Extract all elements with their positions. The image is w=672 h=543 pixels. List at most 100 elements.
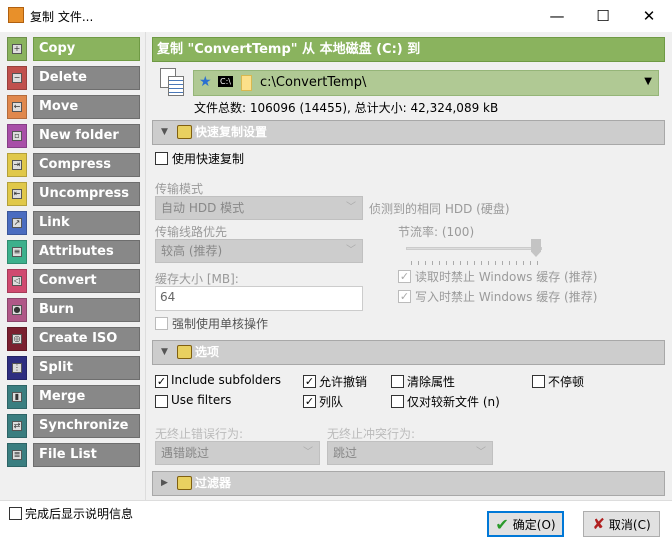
ok-button[interactable]: ✔ 确定(O): [487, 511, 564, 537]
no-pause-checkbox[interactable]: [532, 375, 545, 388]
file-list-icon[interactable]: ≣: [7, 443, 27, 467]
priority-select[interactable]: 较高 (推荐) ﹀: [155, 239, 363, 263]
app-icon: [8, 7, 24, 23]
queue-checkbox[interactable]: ✓: [303, 395, 316, 408]
chevron-down-icon: ﹀: [346, 202, 356, 213]
use-fast-copy-checkbox[interactable]: [155, 152, 168, 165]
sidebar-item-burn[interactable]: Burn: [33, 298, 140, 322]
chevron-down-icon: ﹀: [346, 245, 356, 256]
chevron-down-icon: ﹀: [303, 447, 313, 458]
use-filters-label: Use filters: [171, 393, 232, 407]
queue-label: 列队: [319, 395, 344, 409]
allow-undo-checkbox[interactable]: ✓: [303, 375, 316, 388]
iso-icon[interactable]: ◎: [7, 327, 27, 351]
clear-attributes-checkbox[interactable]: [391, 375, 404, 388]
mode-select[interactable]: 自动 HDD 模式 ﹀: [155, 196, 363, 220]
priority-value: 较高 (推荐): [161, 244, 223, 258]
error-behavior-label: 无终止错误行为:: [155, 427, 244, 441]
sidebar-item-convert[interactable]: Convert: [33, 269, 140, 293]
detected-label: 侦测到的相同 HDD (硬盘): [369, 202, 510, 216]
error-behavior-select[interactable]: 遇错跳过 ﹀: [155, 441, 320, 465]
list-icon[interactable]: ≡: [7, 240, 27, 264]
section-filters[interactable]: ▶ 过滤器: [152, 471, 665, 496]
sidebar-item-delete[interactable]: Delete: [33, 66, 140, 90]
checkmark-icon: ✔: [495, 514, 509, 534]
file-info: 文件总数: 106096 (14455), 总计大小: 42,324,089 k…: [194, 101, 499, 115]
read-cache-checkbox[interactable]: ✓: [398, 270, 411, 283]
sidebar-item-compress[interactable]: Compress: [33, 153, 140, 177]
sidebar-item-create-iso[interactable]: Create ISO: [33, 327, 140, 351]
sidebar-item-synchronize[interactable]: Synchronize: [33, 414, 140, 438]
sidebar-item-merge[interactable]: Merge: [33, 385, 140, 409]
include-subfolders-label: Include subfolders: [171, 373, 282, 387]
maximize-button[interactable]: ☐: [580, 0, 626, 32]
sidebar-item-file-list[interactable]: File List: [33, 443, 140, 467]
newer-only-checkbox[interactable]: [391, 395, 404, 408]
read-cache-label: 读取时禁止 Windows 缓存 (推荐): [415, 270, 598, 284]
convert-icon[interactable]: ◁: [7, 269, 27, 293]
throttle-slider[interactable]: [406, 239, 542, 257]
folder-search-icon: [177, 125, 192, 139]
plus-icon[interactable]: +: [7, 37, 27, 61]
sidebar-item-move[interactable]: Move: [33, 95, 140, 119]
minus-icon[interactable]: −: [7, 66, 27, 90]
cache-size-input[interactable]: 64: [155, 286, 363, 311]
section-title: 选项: [195, 345, 220, 359]
single-core-checkbox[interactable]: [155, 317, 168, 330]
conflict-behavior-select[interactable]: 跳过 ﹀: [327, 441, 493, 465]
throttle-slider-thumb[interactable]: [531, 239, 541, 257]
expand-triangle-icon: ▼: [161, 127, 168, 137]
arrow-left-icon[interactable]: ←: [7, 95, 27, 119]
merge-icon[interactable]: ▮: [7, 385, 27, 409]
folder-icon[interactable]: ▫: [7, 124, 27, 148]
ok-label: 确定(O): [512, 517, 556, 532]
link-icon[interactable]: ↗: [7, 211, 27, 235]
disc-icon[interactable]: ●: [7, 298, 27, 322]
newer-only-label: 仅对较新文件 (n): [407, 395, 500, 409]
compress-icon[interactable]: ⇥: [7, 153, 27, 177]
destination-path-combo[interactable]: ★ C:\ c:\ConvertTemp\ ▼: [193, 70, 659, 96]
conflict-behavior-value: 跳过: [333, 446, 358, 460]
section-title: 快速复制设置: [195, 125, 268, 139]
section-options[interactable]: ▼ 选项: [152, 340, 665, 365]
use-fast-copy-label: 使用快速复制: [172, 152, 245, 166]
folder-icon: [241, 75, 252, 91]
title-bar: 复制 文件... — ☐ ✕: [0, 0, 672, 32]
allow-undo-label: 允许撤销: [319, 375, 368, 389]
show-info-label: 完成后显示说明信息: [25, 507, 134, 521]
sidebar-item-attributes[interactable]: Attributes: [33, 240, 140, 264]
cancel-button[interactable]: ✘ 取消(C): [583, 511, 660, 537]
conflict-behavior-label: 无终止冲突行为:: [327, 427, 416, 441]
mode-label: 传输模式: [155, 182, 204, 196]
favorite-star-icon[interactable]: ★: [199, 74, 212, 90]
copy-header: 复制 "ConvertTemp" 从 本地磁盘 (C:) 到: [152, 37, 665, 62]
sync-icon[interactable]: ⇄: [7, 414, 27, 438]
sidebar-item-split[interactable]: Split: [33, 356, 140, 380]
include-subfolders-checkbox[interactable]: ✓: [155, 375, 168, 388]
throttle-label: 节流率: (100): [398, 225, 475, 239]
section-quick-copy[interactable]: ▼ 快速复制设置: [152, 120, 665, 145]
sidebar-item-new-folder[interactable]: New folder: [33, 124, 140, 148]
chevron-down-icon[interactable]: ▼: [644, 76, 652, 87]
write-cache-checkbox[interactable]: ✓: [398, 290, 411, 303]
slider-ticks: [411, 261, 538, 265]
sidebar-item-copy[interactable]: Copy: [33, 37, 140, 61]
split-icon[interactable]: ⋮: [7, 356, 27, 380]
uncompress-icon[interactable]: ⇤: [7, 182, 27, 206]
footer: 完成后显示说明信息 ✔ 确定(O) ✘ 取消(C): [0, 500, 672, 543]
use-filters-checkbox[interactable]: [155, 395, 168, 408]
destination-path: c:\ConvertTemp\: [260, 75, 367, 90]
sidebar: + Copy − Delete ← Move ▫ New folder ⇥ Compress ⇤ Un…: [0, 32, 146, 500]
sidebar-item-uncompress[interactable]: Uncompress: [33, 182, 140, 206]
mode-value: 自动 HDD 模式: [161, 201, 245, 215]
write-cache-label: 写入时禁止 Windows 缓存 (推荐): [415, 290, 598, 304]
folder-search-icon: [177, 345, 192, 359]
minimize-button[interactable]: —: [534, 0, 580, 32]
show-info-checkbox[interactable]: [9, 507, 22, 520]
x-icon: ✘: [592, 515, 605, 533]
clear-attributes-label: 清除属性: [407, 375, 456, 389]
close-button[interactable]: ✕: [626, 0, 672, 32]
priority-label: 传输线路优先: [155, 225, 228, 239]
sidebar-item-link[interactable]: Link: [33, 211, 140, 235]
folder-search-icon: [177, 476, 192, 490]
